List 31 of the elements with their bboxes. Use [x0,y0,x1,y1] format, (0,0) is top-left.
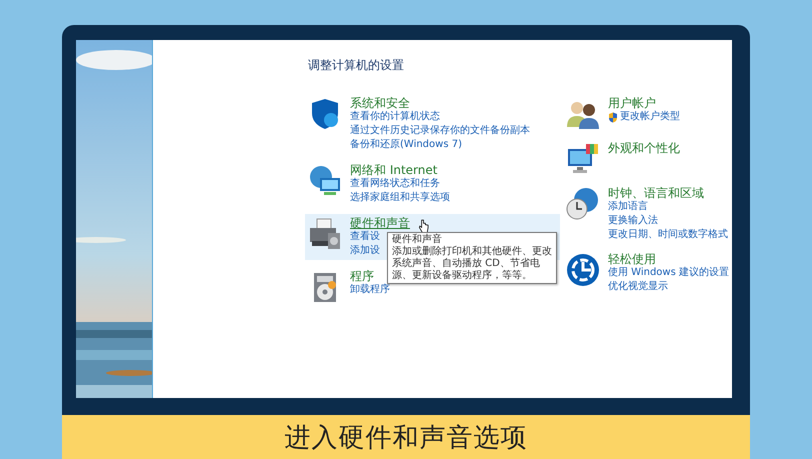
task-link[interactable]: 备份和还原(Windows 7) [350,138,462,152]
task-link[interactable]: 优化视觉显示 [608,280,668,294]
category-link[interactable]: 轻松使用 [608,252,729,266]
task-link[interactable]: 查看设 [350,230,380,244]
page-heading: 调整计算机的设置 [308,57,405,74]
task-link[interactable]: 卸载程序 [350,283,390,297]
task-link[interactable]: 选择家庭组和共享选项 [350,191,450,205]
task-link[interactable]: 查看网络状态和任务 [350,177,440,191]
subtitle-text: 进入硬件和声音选项 [284,422,528,454]
globe-clock-icon [566,187,600,221]
shield-icon [608,112,618,122]
printer-icon [308,217,342,251]
category-link[interactable]: 时钟、语言和区域 [608,186,728,200]
category-link[interactable]: 程序 [350,269,390,283]
monitor-palette-icon [566,142,600,176]
task-link[interactable]: 更改日期、时间或数字格式 [608,228,728,242]
task-link[interactable]: 使用 Windows 建议的设置 [608,266,729,280]
globe-monitor-icon [308,164,342,198]
category-link[interactable]: 网络和 Internet [350,163,450,177]
tooltip-title: 硬件和声音 [392,234,443,246]
task-link[interactable]: 更改帐户类型 [620,110,680,124]
task-link[interactable]: 更换输入法 [608,214,658,228]
task-link[interactable]: 查看你的计算机状态 [350,110,440,124]
category-link[interactable]: 系统和安全 [350,96,530,110]
task-link[interactable]: 添加语言 [608,200,648,214]
category-link[interactable]: 外观和个性化 [608,141,680,155]
task-link[interactable]: 通过文件历史记录保存你的文件备份副本 [350,124,530,138]
accessibility-icon [566,253,600,287]
category-link[interactable]: 硬件和声音 [350,216,410,230]
category-link[interactable]: 用户帐户 [608,96,680,110]
task-link[interactable]: 添加设 [350,244,380,258]
